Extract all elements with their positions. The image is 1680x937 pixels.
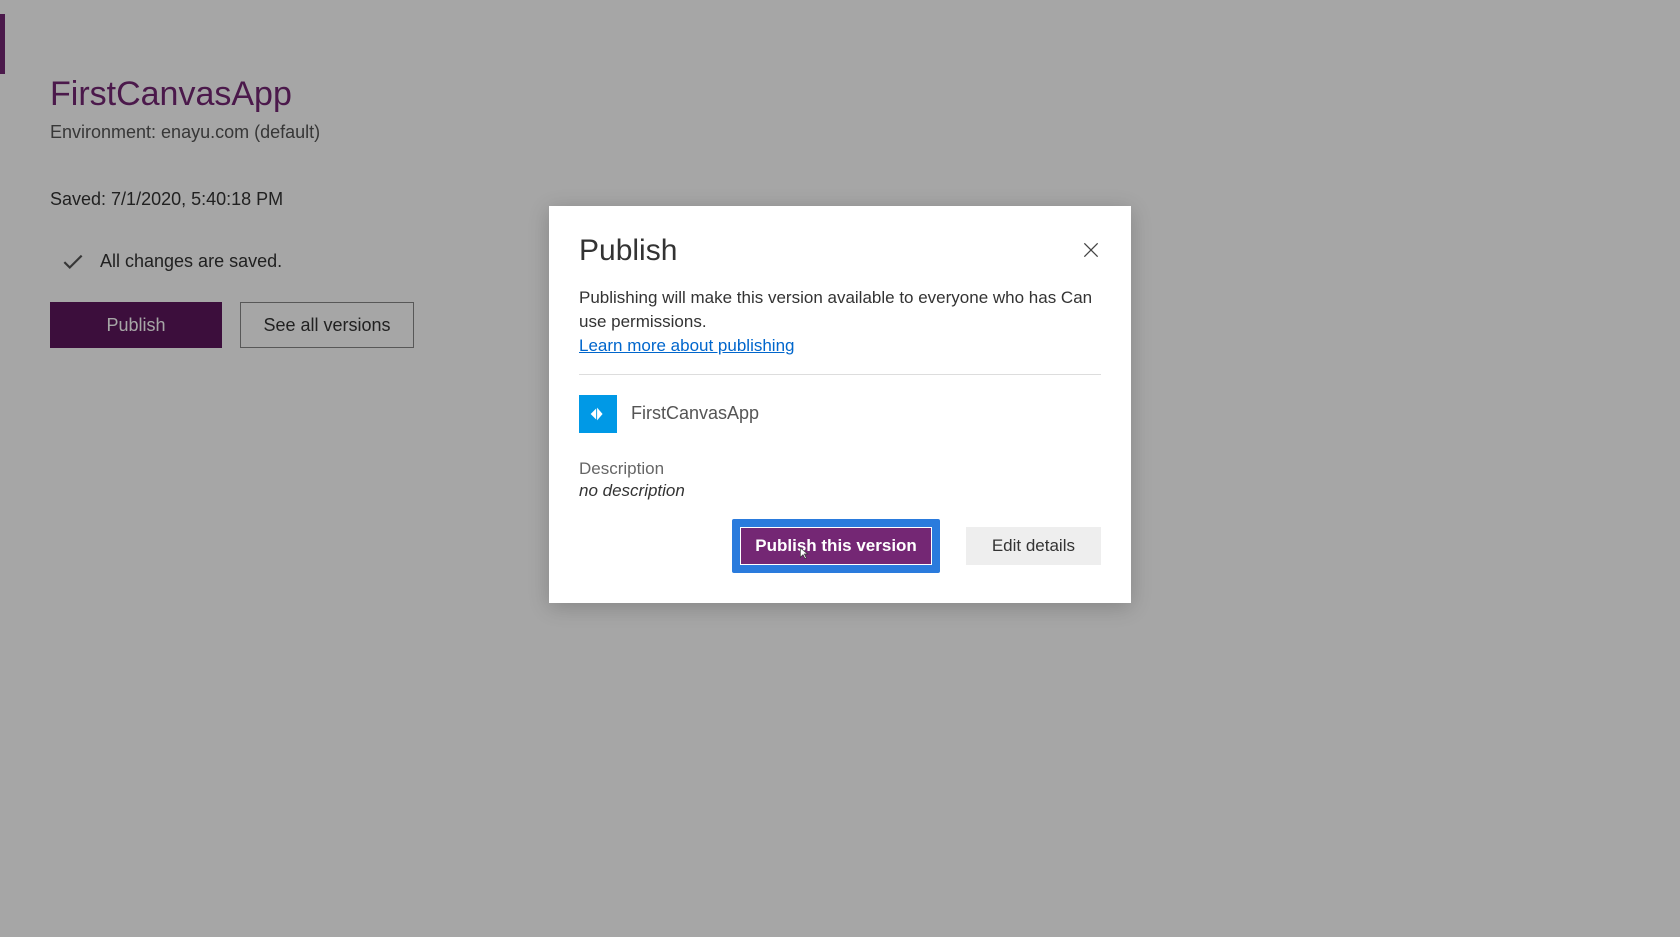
modal-overlay[interactable]: Publish Publishing will make this versio… (0, 0, 1680, 937)
app-info-row: FirstCanvasApp (579, 395, 1101, 433)
description-value: no description (579, 481, 1101, 501)
publish-this-version-label: Publish this version (755, 536, 917, 555)
close-icon (1081, 240, 1101, 260)
edit-details-button[interactable]: Edit details (966, 527, 1101, 565)
description-label: Description (579, 459, 1101, 479)
modal-divider (579, 374, 1101, 375)
modal-app-name: FirstCanvasApp (631, 403, 759, 424)
modal-button-row: Publish this version Edit details (579, 519, 1101, 573)
modal-title: Publish (579, 234, 677, 268)
modal-description: Publishing will make this version availa… (579, 286, 1101, 334)
close-button[interactable] (1077, 236, 1105, 267)
publish-modal: Publish Publishing will make this versio… (549, 206, 1131, 603)
app-icon (579, 395, 617, 433)
publish-this-version-button[interactable]: Publish this version (740, 527, 932, 565)
publish-button-highlight: Publish this version (732, 519, 940, 573)
learn-more-link[interactable]: Learn more about publishing (579, 336, 794, 356)
powerapps-icon (587, 403, 609, 425)
modal-header: Publish (579, 234, 1101, 268)
